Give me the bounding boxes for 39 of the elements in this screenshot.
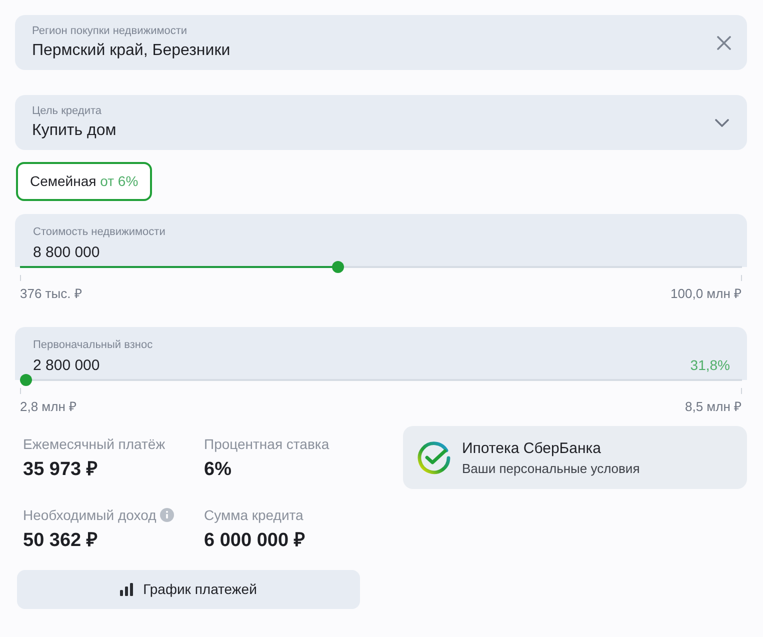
slider-track[interactable] <box>20 374 742 386</box>
amount-field[interactable]: Первоначальный взнос 2 800 000 31,8% <box>15 327 747 380</box>
field-label: Стоимость недвижимости <box>33 225 166 239</box>
min-value: 2,8 млн ₽ <box>20 399 77 415</box>
payment-schedule-button[interactable]: График платежей <box>17 570 360 609</box>
info-icon[interactable] <box>160 508 174 522</box>
slider-thumb[interactable] <box>332 261 344 273</box>
card-title: Ипотека СберБанка <box>462 438 602 458</box>
close-icon[interactable] <box>717 36 731 50</box>
purpose-select[interactable]: Цель кредита Купить дом <box>15 95 747 150</box>
stat-label: Процентная ставка <box>204 435 330 453</box>
stat-value: 6 000 000 ₽ <box>204 529 306 553</box>
stat-value: 50 362 ₽ <box>23 529 98 553</box>
bank-offer-card[interactable]: Ипотека СберБанка Ваши персональные условия <box>403 426 747 489</box>
field-value: Купить дом <box>32 120 118 140</box>
stat-value: 6% <box>204 458 232 482</box>
program-chip[interactable]: Семейная от 6% <box>16 162 152 201</box>
checkmark-ring-logo-icon <box>417 440 451 474</box>
field-value: 8 800 000 <box>33 243 101 263</box>
field-label: Регион покупки недвижимости <box>32 24 188 38</box>
amount-field[interactable]: Стоимость недвижимости 8 800 000 <box>15 214 747 267</box>
max-value: 100,0 млн ₽ <box>670 286 742 302</box>
field-value: Пермский край, Березники <box>32 40 232 60</box>
slider-thumb[interactable] <box>20 374 32 386</box>
field-value: 2 800 000 <box>33 356 101 376</box>
percent-value: 31,8% <box>690 356 730 375</box>
stat-value: 35 973 ₽ <box>23 458 98 482</box>
field-label: Первоначальный взнос <box>33 338 154 352</box>
slider-track[interactable] <box>20 261 742 273</box>
bar-chart-icon <box>120 583 134 596</box>
chevron-down-icon[interactable] <box>715 118 729 126</box>
region-field[interactable]: Регион покупки недвижимости Пермский край, Березники <box>15 15 747 70</box>
stat-label: Ежемесячный платёж <box>23 435 166 453</box>
min-value: 376 тыс. ₽ <box>20 286 82 302</box>
card-subtitle: Ваши персональные условия <box>462 460 640 476</box>
stat-label: Сумма кредита <box>204 506 304 524</box>
field-label: Цель кредита <box>32 104 102 118</box>
stat-label: Необходимый доход <box>23 506 156 524</box>
max-value: 8,5 млн ₽ <box>685 399 742 415</box>
